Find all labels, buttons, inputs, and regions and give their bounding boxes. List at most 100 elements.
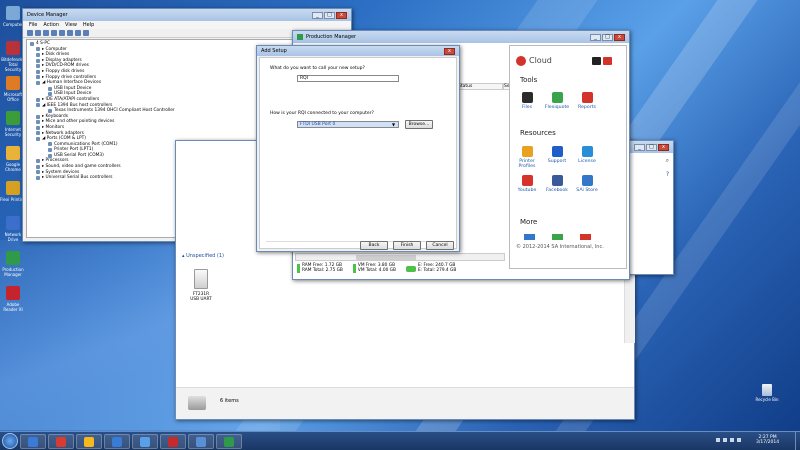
mail-icon[interactable] [603,57,612,65]
device-category-icon [36,114,40,119]
right-window-titlebar[interactable]: _ □ x [623,141,673,153]
cloud-tile[interactable]: Files [514,92,540,110]
clock[interactable]: 2:27 PM 3/17/2014 [756,435,779,445]
forward-icon[interactable] [35,30,41,36]
connection-select[interactable]: FTDI USB Port 0 [297,121,399,128]
device-category-icon [36,52,40,57]
browse-button[interactable]: Browse... [405,120,433,129]
horizontal-scrollbar[interactable] [295,253,505,261]
production-manager-titlebar[interactable]: Production Manager _ □ x [293,31,629,43]
cloud-tile[interactable]: Youtube [514,175,540,193]
close-button[interactable]: x [614,33,625,41]
cloud-logo-icon [516,56,526,66]
vm-status: VM Free: 3.80 GB VM Total: 4.00 GB [352,263,396,274]
tile-label: Reports [578,105,596,110]
cancel-button[interactable]: Cancel [426,241,454,250]
minimize-button[interactable]: _ [312,11,323,19]
cloud-tile[interactable]: Printer Profiles [514,146,540,169]
setup-name-input[interactable]: RQI [297,75,399,82]
close-button[interactable]: x [444,47,455,55]
ram-total: RAM Total: 2.75 GB [302,267,343,273]
finish-button[interactable]: Finish [393,241,421,250]
more-tile-icon[interactable] [552,234,563,240]
taskbar-app-icon [28,437,38,447]
add-setup-dialog[interactable]: Add Setup x What do you want to call you… [256,45,460,252]
tile-icon [551,175,563,186]
search-icon[interactable]: ⌕ [666,157,669,165]
scrollbar-thumb[interactable] [356,255,416,260]
desktop-icon[interactable]: Production Manager [0,251,26,277]
add-setup-titlebar[interactable]: Add Setup x [257,46,459,56]
start-button[interactable] [2,433,18,449]
menu-view[interactable]: View [65,22,77,28]
desktop-app-icon [6,111,20,125]
tile-label: Printer Profiles [518,159,536,169]
column-header-status[interactable]: Status [455,83,503,90]
device-category-icon [36,159,40,164]
device-category-icon [36,125,40,130]
device-category-icon [36,136,40,141]
back-icon[interactable] [27,30,33,36]
vm-meter [352,264,356,273]
maximize-button[interactable]: □ [324,11,335,19]
taskbar-app-button[interactable] [160,434,186,449]
recycle-bin[interactable]: Recycle Bin [752,384,782,402]
more-tile-icon[interactable] [524,234,535,240]
more-tile-icon[interactable] [580,234,591,240]
minimize-button[interactable]: _ [590,33,601,41]
home-icon[interactable] [592,57,601,65]
device-item[interactable]: FT231R USB UART [188,269,214,302]
device-category-icon [36,64,40,69]
taskbar-app-button[interactable] [216,434,242,449]
device-manager-titlebar[interactable]: Device Manager _ □ x [23,9,351,21]
chevron-down-icon[interactable]: ▼ [390,122,397,127]
device-label: FT231R USB UART [190,292,212,302]
cloud-tile[interactable]: License [574,146,600,164]
help-icon[interactable]: ? [666,171,669,178]
taskbar-app-button[interactable] [104,434,130,449]
taskbar-app-button[interactable] [188,434,214,449]
back-button[interactable]: Back [360,241,388,250]
minimize-button[interactable]: _ [634,143,645,151]
cloud-tile[interactable]: Support [544,146,570,164]
network-icon[interactable] [730,438,734,442]
menu-file[interactable]: File [29,22,37,28]
desktop-icon[interactable]: Adobe Reader XI [0,286,26,312]
copyright: © 2012-2014 SA International, Inc. [516,244,604,250]
close-button[interactable]: x [336,11,347,19]
add-setup-body: What do you want to call your new setup?… [259,57,457,250]
taskbar-app-button[interactable] [48,434,74,449]
cloud-tile[interactable]: Reports [574,92,600,110]
properties-icon[interactable] [43,30,49,36]
ram-meter [297,264,300,273]
show-desktop-button[interactable] [795,432,800,450]
menu-help[interactable]: Help [83,22,94,28]
device-category-icon [36,103,40,108]
desktop-app-icon [6,76,20,90]
cloud-tile[interactable]: Facebook [544,175,570,193]
update-driver-icon[interactable] [67,30,73,36]
close-button[interactable]: x [658,143,669,151]
taskbar-app-button[interactable] [76,434,102,449]
tray-arrow-icon[interactable] [716,438,720,442]
uninstall-icon[interactable] [83,30,89,36]
volume-icon[interactable] [737,438,741,442]
group-header[interactable]: ▴ Unspecified (1) [182,253,224,259]
device-category-icon [36,47,40,52]
menu-action[interactable]: Action [43,22,59,28]
taskbar-app-button[interactable] [132,434,158,449]
desktop-app-icon [6,216,20,230]
disable-icon[interactable] [75,30,81,36]
device-category-icon [48,148,52,153]
maximize-button[interactable]: □ [602,33,613,41]
tile-icon [581,175,593,186]
maximize-button[interactable]: □ [646,143,657,151]
tile-icon [551,92,563,103]
scan-icon[interactable] [59,30,65,36]
taskbar-app-button[interactable] [20,434,46,449]
cloud-tile[interactable]: Flexiquote [544,92,570,110]
desktop-app-icon [6,286,20,300]
help-icon[interactable] [51,30,57,36]
flag-icon[interactable] [723,438,727,442]
cloud-tile[interactable]: SAi Store [574,175,600,193]
